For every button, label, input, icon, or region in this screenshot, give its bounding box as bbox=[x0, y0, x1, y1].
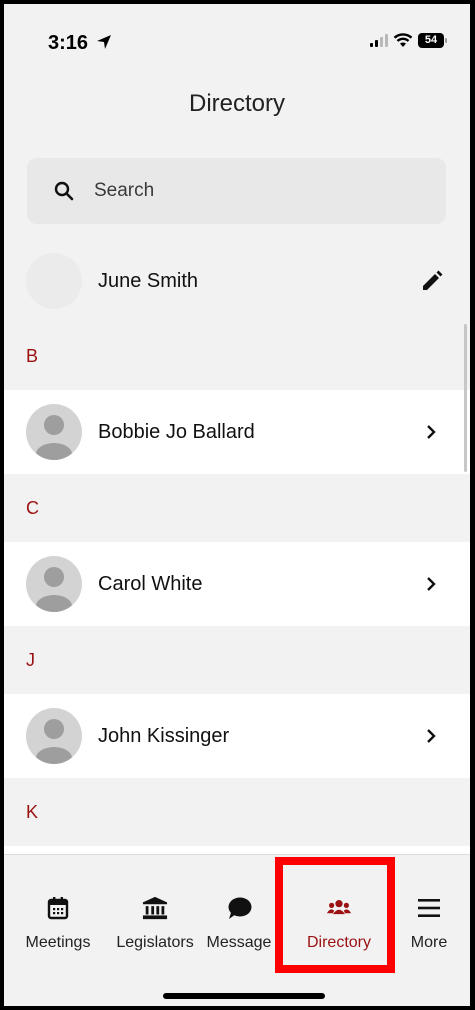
tab-more[interactable]: More bbox=[396, 855, 462, 955]
avatar bbox=[26, 253, 82, 309]
tab-bar: Meetings Legislators Message Directory M… bbox=[4, 854, 470, 1006]
status-bar: 3:16 54 bbox=[4, 4, 470, 74]
list-item[interactable]: Carol White bbox=[4, 542, 470, 626]
wifi-icon bbox=[393, 33, 413, 47]
contact-name: John Kissinger bbox=[98, 724, 230, 747]
avatar bbox=[26, 556, 82, 612]
tab-meetings[interactable]: Meetings bbox=[12, 855, 104, 955]
search-icon bbox=[54, 181, 74, 201]
phone-screen: 3:16 54 Directory June Smith bbox=[4, 4, 470, 1006]
contact-name: Bobbie Jo Ballard bbox=[98, 420, 255, 443]
avatar bbox=[26, 708, 82, 764]
tab-legislators[interactable]: Legislators bbox=[104, 855, 206, 955]
page-title: Directory bbox=[188, 90, 285, 117]
edit-pencil-icon[interactable] bbox=[420, 269, 444, 293]
contact-name: Carol White bbox=[98, 572, 203, 595]
chevron-right-icon bbox=[427, 577, 436, 591]
section-header: C bbox=[4, 474, 470, 542]
section-letter: K bbox=[26, 802, 39, 822]
home-indicator bbox=[163, 993, 325, 999]
my-profile-row[interactable]: June Smith bbox=[4, 240, 470, 322]
section-header: K bbox=[4, 778, 470, 846]
menu-icon bbox=[418, 899, 440, 917]
list-item[interactable]: John Kissinger bbox=[4, 694, 470, 778]
section-letter: C bbox=[26, 498, 39, 518]
chat-bubble-icon bbox=[228, 897, 252, 919]
tab-label: Legislators bbox=[116, 934, 194, 951]
status-time: 3:16 bbox=[48, 32, 89, 54]
section-letter: J bbox=[26, 650, 35, 670]
avatar bbox=[26, 404, 82, 460]
tab-message[interactable]: Message bbox=[202, 855, 276, 955]
battery-icon: 54 bbox=[418, 32, 447, 48]
location-arrow-icon bbox=[97, 35, 111, 49]
search-bar[interactable] bbox=[27, 158, 446, 224]
bank-icon bbox=[142, 896, 168, 920]
calendar-icon bbox=[47, 897, 69, 920]
section-letter: B bbox=[26, 346, 39, 366]
status-indicators: 54 bbox=[370, 32, 447, 48]
section-header: J bbox=[4, 626, 470, 694]
person-placeholder-icon bbox=[36, 415, 72, 460]
scroll-indicator[interactable] bbox=[464, 324, 467, 472]
chevron-right-icon bbox=[427, 425, 436, 439]
contact-name: June Smith bbox=[98, 269, 199, 292]
person-placeholder-icon bbox=[36, 719, 72, 764]
tab-label: Meetings bbox=[25, 934, 91, 951]
chevron-right-icon bbox=[427, 729, 436, 743]
tab-label: Message bbox=[206, 934, 272, 951]
highlight-box bbox=[275, 857, 395, 973]
directory-list: June Smith B Bobbie Jo Ballard C Carol W… bbox=[4, 240, 470, 930]
section-header: B bbox=[4, 322, 470, 390]
tab-label: More bbox=[410, 934, 448, 951]
signal-icon bbox=[370, 33, 388, 47]
search-input[interactable] bbox=[94, 180, 394, 202]
person-placeholder-icon bbox=[36, 567, 72, 612]
list-item[interactable]: Bobbie Jo Ballard bbox=[4, 390, 470, 474]
